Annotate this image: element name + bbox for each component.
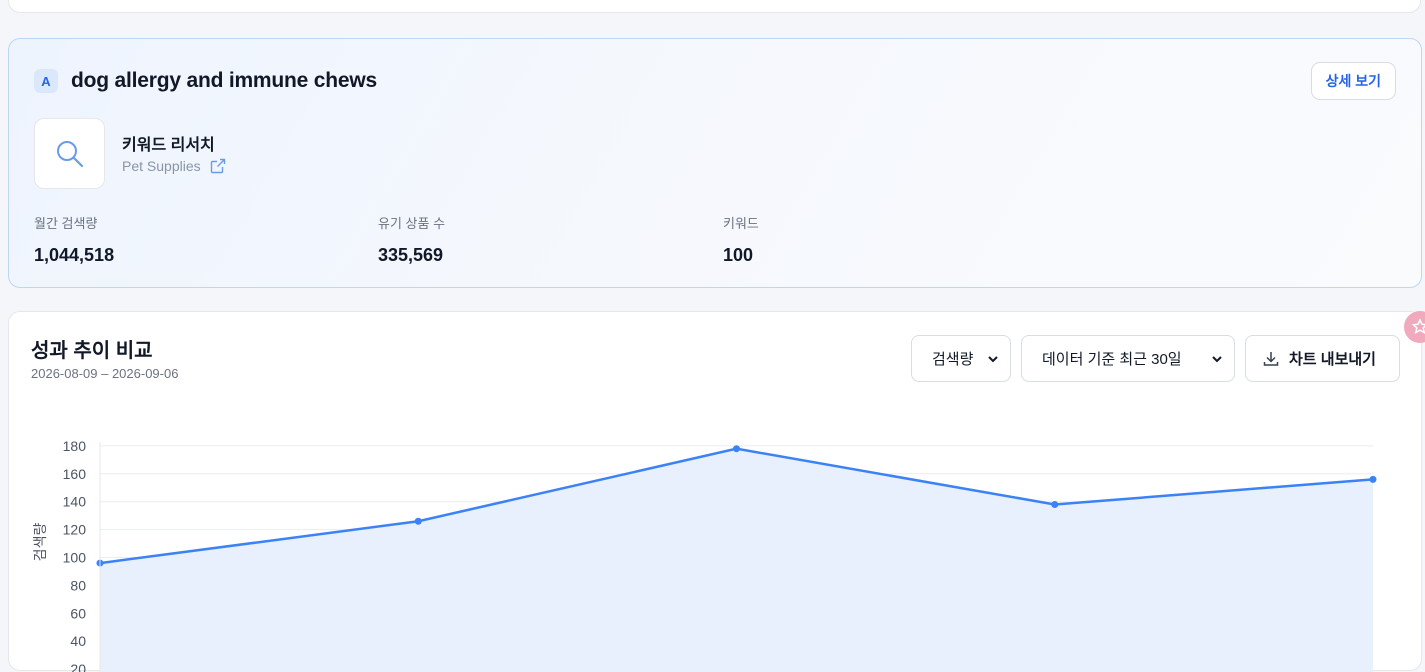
stat-value: 335,569 [378,245,444,265]
stat-label: 월간 검색량 [34,216,98,231]
detail-view-button[interactable]: 상세 보기 [1310,62,1396,100]
previous-card [8,0,1421,13]
trend-chart: 20 40 60 80 100 120 140 160 180 검색량 [32,438,1377,672]
keyword-summary-card: A dog allergy and immune chews 상세 보기 키워드… [8,38,1422,288]
area-fill [100,448,1373,672]
data-point[interactable] [1369,475,1377,483]
keyword-thumbnail [34,118,105,189]
stat-label: 키워드 [723,216,759,231]
y-axis-label: 검색량 [32,523,48,562]
stat-monthly-search: 월간 검색량 1,044,518 [34,213,114,266]
stat-label: 유기 상품 수 [378,216,446,231]
performance-trend-card: 성과 추이 비교 2026-08-09 – 2026-09-06 검색량 데이터… [8,311,1422,672]
data-point[interactable] [1051,500,1059,508]
stat-keywords: 키워드 100 [723,213,759,266]
y-tick-label: 160 [63,466,87,482]
y-tick-label: 20 [70,661,86,672]
stat-organic-products: 유기 상품 수 335,569 [378,213,445,266]
y-tick-label: 180 [63,438,87,454]
stat-value: 100 [723,245,754,265]
y-tick-label: 100 [63,550,87,566]
search-icon [56,140,83,167]
y-tick-label: 80 [70,577,86,593]
star-icon [1411,318,1425,334]
stat-value: 1,044,518 [34,245,115,265]
research-label: 키워드 리서치 [122,137,215,154]
category-link[interactable]: Pet Supplies [122,158,226,174]
y-tick-label: 120 [63,522,87,538]
data-point[interactable] [414,517,422,525]
y-tick-label: 40 [70,633,86,649]
keyword-title: dog allergy and immune chews [71,69,377,92]
y-tick-label: 140 [63,494,87,510]
keyword-badge: A [34,69,58,93]
category-name: Pet Supplies [122,158,201,174]
external-link-icon[interactable] [210,158,226,174]
data-point[interactable] [733,445,740,453]
y-tick-label: 60 [70,605,86,621]
